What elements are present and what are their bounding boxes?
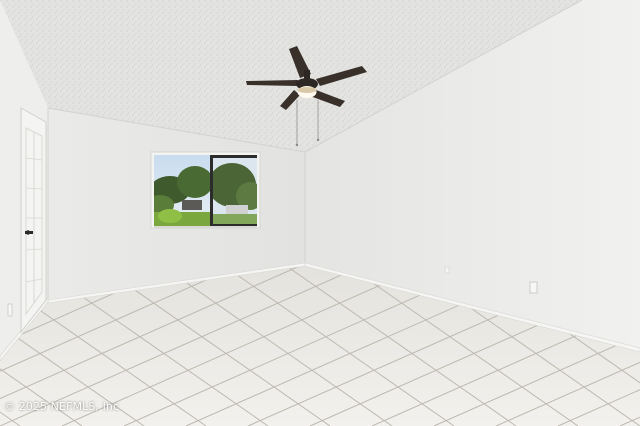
outlet-small	[444, 266, 450, 274]
photo-watermark: © 2025 NEFMLS, Inc	[4, 400, 120, 413]
room-photo: © 2025 NEFMLS, Inc	[0, 0, 640, 426]
door	[20, 107, 47, 334]
room-illustration	[0, 0, 640, 426]
light-switch	[7, 303, 13, 317]
window	[150, 151, 261, 229]
outlet	[529, 281, 538, 294]
fan-blade	[246, 80, 298, 86]
